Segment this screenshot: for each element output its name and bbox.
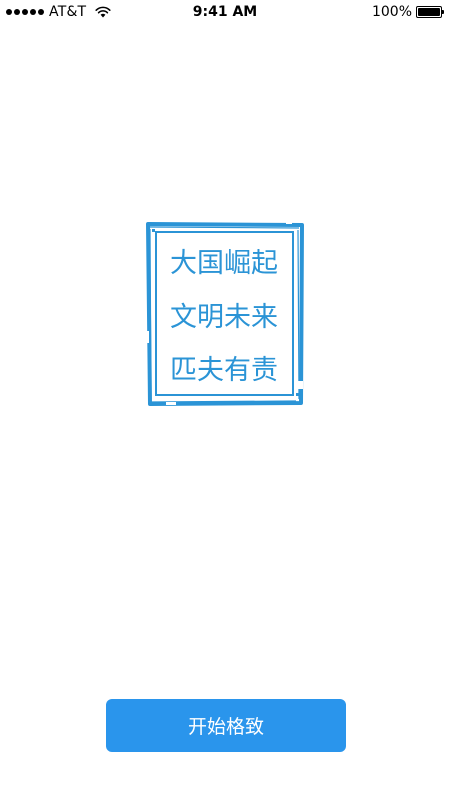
- battery-fill: [418, 8, 440, 16]
- seal-stamp: 大国崛起 文明未来 匹夫有责: [146, 221, 304, 406]
- seal-line-2: 文明未来: [170, 302, 278, 333]
- start-button[interactable]: 开始格致: [106, 699, 346, 752]
- status-bar: AT&T 9:41 AM 100%: [0, 0, 450, 26]
- battery-percent: 100%: [371, 4, 412, 20]
- seal-line-3: 匹夫有责: [170, 355, 278, 386]
- status-right: 100%: [371, 4, 444, 20]
- battery-icon: [416, 6, 444, 18]
- seal-line-1: 大国崛起: [170, 248, 278, 279]
